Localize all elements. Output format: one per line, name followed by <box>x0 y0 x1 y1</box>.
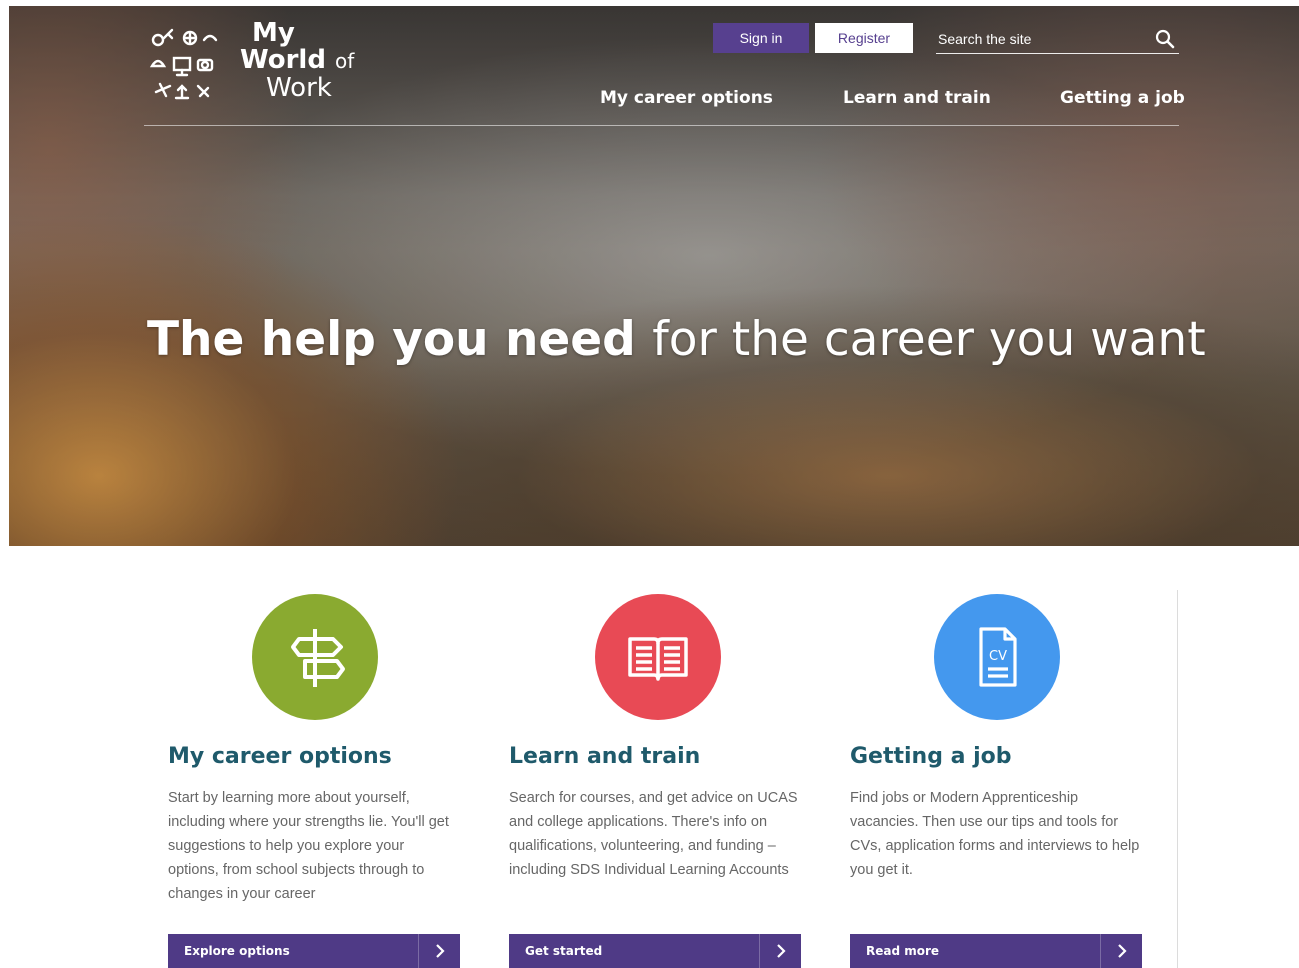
logo-line-1: My <box>252 18 295 48</box>
search-icon[interactable] <box>1155 29 1175 49</box>
logo-line-2: World of <box>240 47 354 75</box>
cv-document-icon: CV <box>979 627 1017 687</box>
explore-options-button[interactable]: Explore options <box>168 934 460 968</box>
card-getting-a-job: CV Getting a job Find jobs or Modern App… <box>850 590 1145 968</box>
chevron-right-icon <box>418 934 460 968</box>
register-button[interactable]: Register <box>815 23 913 53</box>
main-nav: My career options Learn and train Gettin… <box>9 86 1299 124</box>
search-input[interactable] <box>938 27 1143 51</box>
button-label: Explore options <box>184 944 290 958</box>
hero-title-bold: The help you need <box>147 312 636 367</box>
card-description: Search for courses, and get advice on UC… <box>509 790 798 878</box>
sign-in-button[interactable]: Sign in <box>713 23 809 53</box>
card-icon-circle <box>595 594 721 720</box>
open-book-icon <box>628 637 688 681</box>
card-learn-and-train: Learn and train Search for courses, and … <box>509 590 804 968</box>
button-label: Get started <box>525 944 603 958</box>
svg-text:CV: CV <box>989 649 1007 664</box>
nav-item-learn-and-train[interactable]: Learn and train <box>843 88 991 108</box>
search-box <box>936 24 1179 54</box>
card-my-career-options: My career options Start by learning more… <box>168 590 463 968</box>
card-icon-circle: CV <box>934 594 1060 720</box>
card-description: Start by learning more about yourself, i… <box>168 790 449 902</box>
nav-item-getting-a-job[interactable]: Getting a job <box>1060 88 1185 108</box>
nav-item-my-career-options[interactable]: My career options <box>600 88 773 108</box>
chevron-right-icon <box>759 934 801 968</box>
get-started-button[interactable]: Get started <box>509 934 801 968</box>
logo-line-2-text: World <box>240 45 326 75</box>
signpost-icon <box>291 629 345 687</box>
nav-divider <box>144 125 1179 126</box>
read-more-button[interactable]: Read more <box>850 934 1142 968</box>
hero-title-rest: for the career you want <box>652 312 1206 367</box>
content-divider <box>1177 590 1178 968</box>
card-title: My career options <box>168 744 392 769</box>
card-description: Find jobs or Modern Apprenticeship vacan… <box>850 790 1140 878</box>
hero-banner: My World of Work Sign in Register My car… <box>9 6 1299 546</box>
card-title: Learn and train <box>509 744 701 769</box>
hero-title: The help you need for the career you wan… <box>147 312 1207 367</box>
chevron-right-icon <box>1100 934 1142 968</box>
card-title: Getting a job <box>850 744 1012 769</box>
card-icon-circle <box>252 594 378 720</box>
button-label: Read more <box>866 944 940 958</box>
logo-line-2-small: of <box>335 49 355 73</box>
